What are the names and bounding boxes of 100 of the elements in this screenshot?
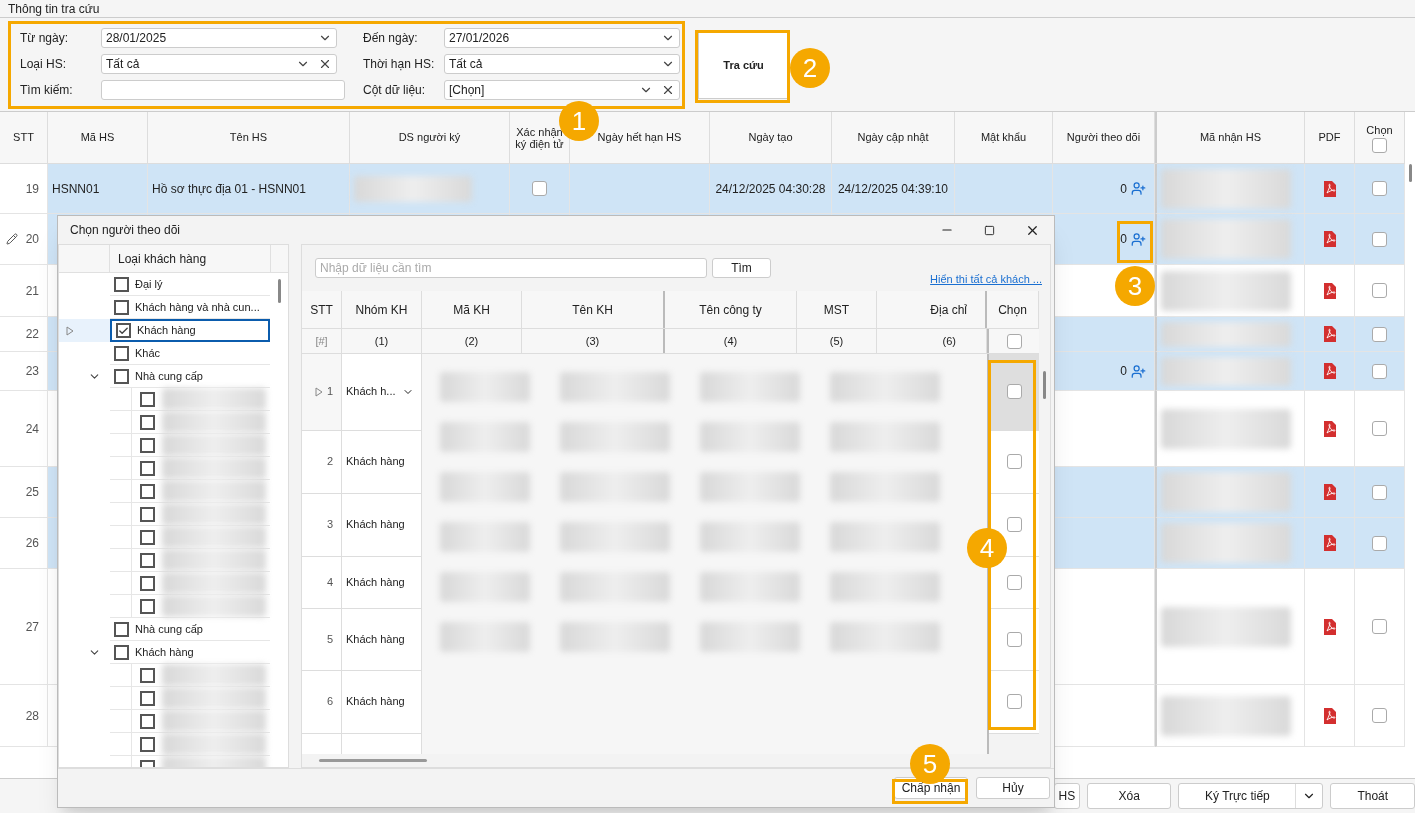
maximize-icon[interactable] bbox=[984, 224, 995, 236]
tree-item[interactable] bbox=[110, 595, 270, 618]
add-user-icon[interactable] bbox=[1131, 181, 1146, 196]
scrollbar-thumb[interactable] bbox=[1043, 371, 1046, 399]
show-all-link[interactable]: Hiển thi tất cả khách ... bbox=[930, 270, 1042, 287]
scrollbar-thumb[interactable] bbox=[1408, 164, 1412, 182]
tree-item[interactable]: Khác bbox=[110, 342, 270, 365]
checkbox[interactable] bbox=[114, 368, 129, 384]
checkbox[interactable] bbox=[139, 667, 155, 683]
pdf-icon[interactable] bbox=[1322, 326, 1337, 342]
row-header[interactable]: 23 bbox=[0, 352, 48, 391]
tree-item[interactable]: Nhà cung cấp bbox=[110, 618, 270, 641]
combo-box[interactable]: [Chọn] bbox=[444, 80, 680, 100]
checkbox[interactable] bbox=[1372, 535, 1387, 551]
row-header[interactable]: 22 bbox=[0, 317, 48, 352]
dropdown-field[interactable]: 27/01/2026 bbox=[444, 28, 680, 48]
checkbox[interactable] bbox=[114, 299, 129, 315]
checkbox[interactable] bbox=[139, 575, 155, 591]
tree-item[interactable] bbox=[110, 503, 270, 526]
pdf-icon[interactable] bbox=[1322, 180, 1337, 197]
tree-item[interactable] bbox=[110, 526, 270, 549]
row-header[interactable]: 6 bbox=[302, 670, 342, 734]
checkbox[interactable] bbox=[116, 323, 131, 338]
pdf-icon[interactable] bbox=[1322, 707, 1337, 724]
checkbox[interactable] bbox=[139, 391, 155, 407]
checkbox[interactable] bbox=[1372, 363, 1387, 379]
filter-cell[interactable]: (1) bbox=[374, 332, 389, 350]
checkbox[interactable] bbox=[1006, 454, 1022, 470]
tree-item[interactable] bbox=[110, 480, 270, 503]
pdf-icon[interactable] bbox=[1322, 231, 1337, 247]
cancel-button[interactable]: Hủy bbox=[976, 777, 1050, 799]
pdf-icon[interactable] bbox=[1322, 484, 1337, 500]
pdf-icon[interactable] bbox=[1322, 618, 1337, 635]
scrollbar-thumb[interactable] bbox=[319, 758, 427, 762]
clear-icon[interactable] bbox=[318, 57, 332, 71]
checkbox[interactable] bbox=[1006, 631, 1022, 647]
pdf-icon[interactable] bbox=[1322, 363, 1337, 379]
checkbox[interactable] bbox=[139, 437, 155, 453]
checkbox[interactable] bbox=[1006, 574, 1022, 590]
toolbar-button[interactable]: Xóa bbox=[1086, 783, 1172, 809]
toolbar-button[interactable]: Thoát bbox=[1330, 783, 1415, 809]
checkbox[interactable] bbox=[1006, 384, 1022, 400]
combo-box[interactable]: Tất cả bbox=[101, 54, 337, 74]
filter-cell[interactable]: (2) bbox=[464, 332, 479, 350]
tree-item[interactable] bbox=[110, 388, 270, 411]
search-button[interactable]: Tra cứu bbox=[698, 31, 789, 99]
checkbox[interactable] bbox=[1372, 326, 1387, 342]
row-header[interactable]: 24 bbox=[0, 391, 48, 467]
tree-item[interactable]: Khách hàng và nhà cun... bbox=[110, 296, 270, 319]
filter-cell[interactable]: (5) bbox=[829, 332, 844, 350]
tree-item[interactable] bbox=[110, 572, 270, 595]
row-header[interactable]: 5 bbox=[302, 608, 342, 671]
search-field[interactable]: Nhập dữ liệu cần tìm bbox=[315, 258, 707, 278]
scrollbar-thumb[interactable] bbox=[277, 279, 281, 303]
table-row[interactable]: 19 HSNN01 Hồ sơ thực địa 01 - HSNN01 24/12/2025 04:30:28 24/12/2025 04:39:10 0 bbox=[0, 164, 1405, 214]
checkbox[interactable] bbox=[1006, 694, 1022, 710]
checkbox[interactable] bbox=[1372, 283, 1387, 298]
dropdown-field[interactable]: Tất cả bbox=[444, 54, 680, 74]
row-header[interactable]: 20 bbox=[0, 214, 48, 265]
checkbox[interactable] bbox=[139, 529, 155, 545]
tree-item[interactable]: Khách hàng bbox=[110, 319, 270, 342]
row-header[interactable]: 21 bbox=[0, 265, 48, 317]
checkbox[interactable] bbox=[114, 621, 129, 637]
add-user-icon[interactable] bbox=[1131, 363, 1146, 379]
checkbox[interactable] bbox=[1372, 181, 1387, 196]
row-header[interactable]: 3 bbox=[302, 493, 342, 557]
checkbox[interactable] bbox=[1372, 138, 1387, 154]
checkbox[interactable] bbox=[139, 414, 155, 430]
tree-item[interactable] bbox=[110, 434, 270, 457]
filter-cell[interactable]: (6) bbox=[942, 332, 956, 350]
checkbox[interactable] bbox=[139, 713, 155, 729]
checkbox[interactable] bbox=[532, 181, 547, 196]
tree-item[interactable]: Đại lý bbox=[110, 273, 270, 296]
checkbox[interactable] bbox=[114, 276, 129, 292]
checkbox[interactable] bbox=[114, 644, 129, 660]
filter-cell[interactable]: (4) bbox=[723, 332, 738, 350]
checkbox[interactable] bbox=[1372, 231, 1387, 247]
row-header[interactable]: 4 bbox=[302, 556, 342, 609]
tree-item[interactable] bbox=[110, 664, 270, 687]
checkbox[interactable] bbox=[139, 506, 155, 522]
checkbox[interactable] bbox=[1372, 619, 1387, 634]
row-header[interactable]: 27 bbox=[0, 569, 48, 685]
checkbox[interactable] bbox=[139, 483, 155, 499]
search-field[interactable] bbox=[101, 80, 345, 100]
checkbox[interactable] bbox=[1372, 421, 1387, 436]
dropdown-field[interactable]: 28/01/2025 bbox=[101, 28, 337, 48]
pdf-icon[interactable] bbox=[1322, 420, 1337, 437]
checkbox[interactable] bbox=[1372, 484, 1387, 500]
row-header[interactable]: 26 bbox=[0, 518, 48, 569]
row-header[interactable]: 19 bbox=[0, 164, 48, 214]
row-header[interactable]: 28 bbox=[0, 685, 48, 747]
tree-item[interactable] bbox=[110, 549, 270, 572]
checkbox[interactable] bbox=[139, 690, 155, 706]
checkbox[interactable] bbox=[139, 598, 155, 614]
checkbox[interactable] bbox=[139, 460, 155, 476]
filter-cell[interactable]: [#] bbox=[315, 332, 328, 350]
checkbox[interactable] bbox=[114, 345, 129, 361]
row-header[interactable]: 25 bbox=[0, 467, 48, 518]
add-user-icon[interactable] bbox=[1131, 231, 1146, 247]
row-header[interactable]: 1 bbox=[302, 353, 342, 431]
